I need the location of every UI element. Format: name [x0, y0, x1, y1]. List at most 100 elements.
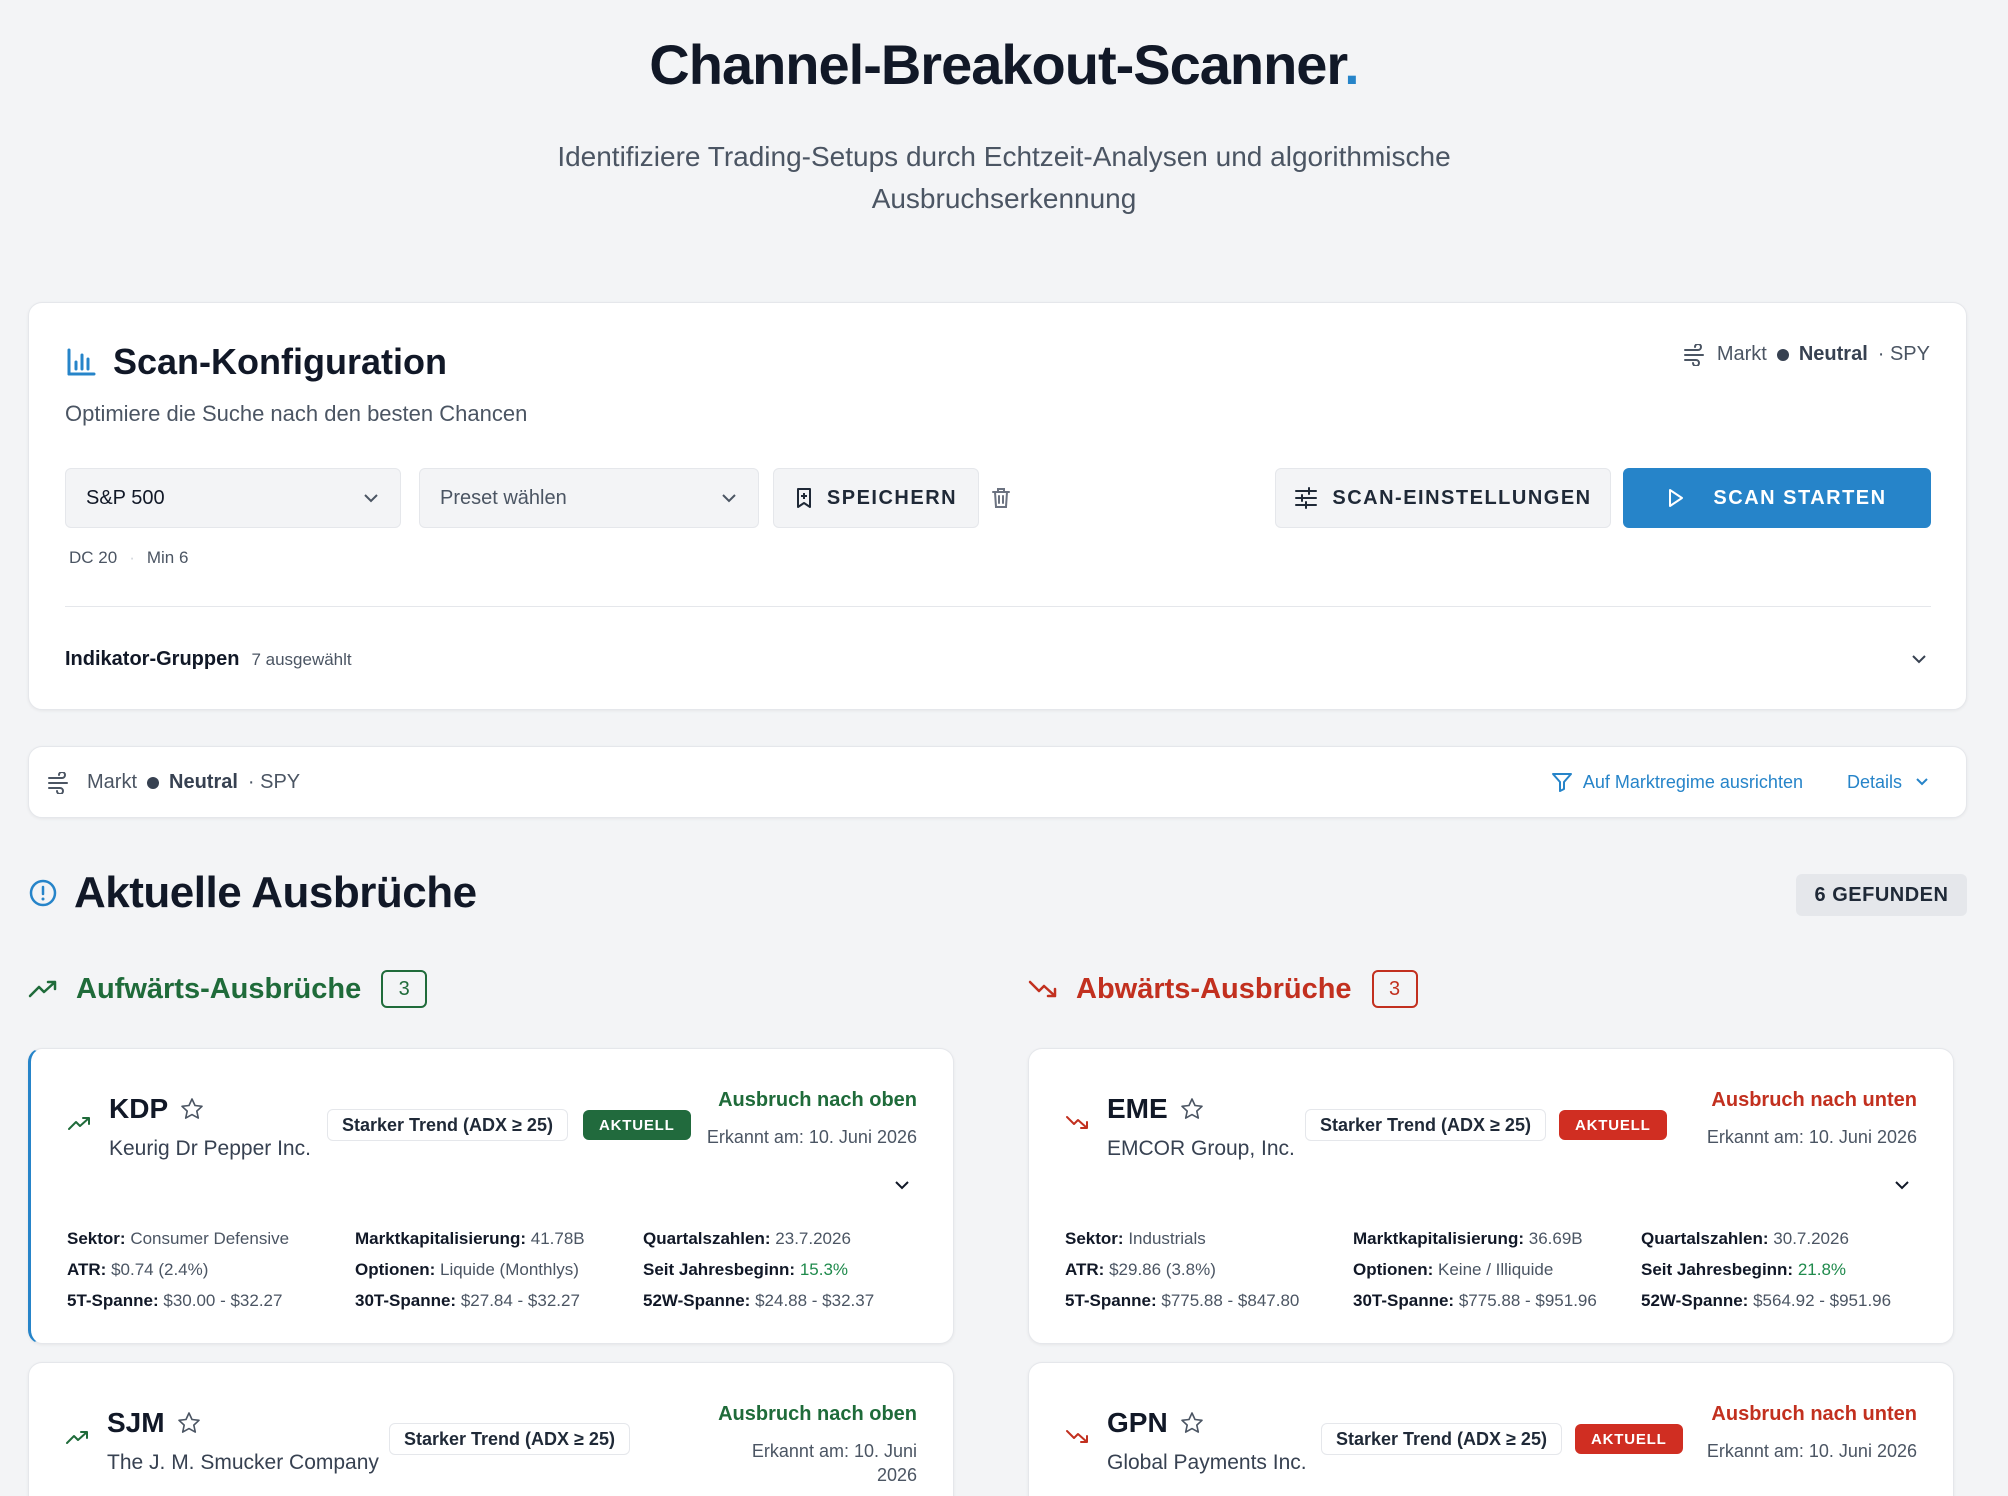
field-key: Optionen:	[355, 1260, 436, 1279]
market-status-dot	[147, 776, 159, 789]
page-title-text: Channel-Breakout-Scanner	[649, 33, 1345, 96]
trending-up-icon	[28, 980, 57, 998]
detected-date-line: 2026	[876, 1465, 917, 1485]
downward-breakouts-title: Abwärts-Ausbrüche	[1076, 972, 1352, 1005]
preset-select-placeholder: Preset wählen	[440, 486, 567, 509]
align-regime-link[interactable]: Auf Marktregime ausrichten	[1551, 771, 1803, 793]
upward-breakouts-title: Aufwärts-Ausbrüche	[76, 972, 362, 1005]
atr-field: ATR: $29.86 (3.8%)	[1065, 1260, 1353, 1280]
trend-badge: Starker Trend (ADX ≥ 25)	[1321, 1423, 1562, 1455]
wind-icon	[48, 771, 68, 794]
align-regime-label: Auf Marktregime ausrichten	[1582, 771, 1803, 792]
stock-card-sjm[interactable]: SJM The J. M. Smucker Company Starker Tr…	[28, 1362, 954, 1496]
star-icon[interactable]	[180, 1097, 204, 1121]
stock-card-gpn[interactable]: GPN Global Payments Inc. Starker Trend (…	[1028, 1362, 1954, 1496]
market-cap-field: Marktkapitalisierung: 41.78B	[355, 1229, 643, 1249]
star-icon[interactable]	[177, 1411, 201, 1435]
trend-badge: Starker Trend (ADX ≥ 25)	[327, 1109, 568, 1141]
field-key: Marktkapitalisierung:	[1353, 1229, 1524, 1248]
stock-ticker: SJM	[107, 1407, 201, 1439]
page-title: Channel-Breakout-Scanner.	[0, 32, 2008, 97]
stock-ticker: EME	[1107, 1093, 1204, 1125]
ticker-symbol: GPN	[1107, 1407, 1168, 1438]
min-indicators: Min 6	[146, 548, 189, 567]
field-value: 15.3%	[799, 1260, 849, 1279]
chevron-down-icon[interactable]	[1893, 1179, 1911, 1191]
delete-preset-button[interactable]	[981, 483, 1021, 513]
atr-field: ATR: $0.74 (2.4%)	[67, 1260, 355, 1280]
status-badge: AKTUELL	[1575, 1424, 1683, 1454]
range-52w-field: 52W-Spanne: $564.92 - $951.96	[1641, 1291, 1925, 1311]
status-badge: AKTUELL	[583, 1110, 691, 1140]
market-state: Neutral	[1798, 343, 1868, 365]
earnings-field: Quartalszahlen: 23.7.2026	[643, 1229, 927, 1249]
market-regime-summary: Markt Neutral · SPY	[47, 771, 300, 794]
range-5d-field: 5T-Spanne: $30.00 - $32.27	[67, 1291, 355, 1311]
detected-date: Erkannt am: 10. Juni 2026	[1706, 1127, 1917, 1147]
field-value: $775.88 - $951.96	[1458, 1291, 1597, 1310]
results-heading: Aktuelle Ausbrüche	[28, 868, 477, 918]
downward-breakouts-header: Abwärts-Ausbrüche 3	[1028, 970, 1418, 1008]
field-value: Industrials	[1128, 1229, 1206, 1248]
detected-date: Erkannt am: 10. Juni 2026	[1706, 1441, 1917, 1461]
chevron-down-icon	[722, 494, 736, 503]
preset-select[interactable]: Preset wählen	[419, 468, 759, 528]
sector-field: Sektor: Consumer Defensive	[67, 1229, 355, 1249]
field-value: $24.88 - $32.37	[755, 1291, 875, 1310]
ytd-field: Seit Jahresbeginn: 21.8%	[1641, 1260, 1925, 1280]
field-value: Keine / Illiquide	[1438, 1260, 1554, 1279]
scan-config-heading: Scan-Konfiguration	[65, 341, 447, 383]
field-value: Consumer Defensive	[130, 1229, 290, 1248]
star-icon[interactable]	[1180, 1411, 1204, 1435]
field-key: 5T-Spanne:	[67, 1291, 159, 1310]
stock-card-eme[interactable]: EME EMCOR Group, Inc. Starker Trend (ADX…	[1028, 1048, 1954, 1344]
company-name: EMCOR Group, Inc.	[1107, 1137, 1295, 1160]
scan-settings-button[interactable]: SCAN-EINSTELLUNGEN	[1275, 468, 1611, 528]
save-preset-label: SPEICHERN	[826, 486, 958, 509]
field-key: 52W-Spanne:	[643, 1291, 751, 1310]
field-key: 5T-Spanne:	[1065, 1291, 1157, 1310]
field-key: Sektor:	[67, 1229, 126, 1248]
breakout-direction: Ausbruch nach oben	[718, 1403, 917, 1425]
stock-details-grid: Sektor: Industrials Marktkapitalisierung…	[1065, 1229, 1925, 1311]
indicator-groups-toggle[interactable]: Indikator-Gruppen 7 ausgewählt	[65, 648, 352, 671]
save-preset-button[interactable]: SPEICHERN	[773, 468, 979, 528]
star-icon[interactable]	[1180, 1097, 1204, 1121]
market-regime-bar: Markt Neutral · SPY Auf Marktregime ausr…	[28, 746, 1967, 818]
downward-breakouts-count: 3	[1371, 970, 1418, 1008]
market-index: · SPY	[247, 771, 301, 793]
details-toggle[interactable]: Details	[1847, 772, 1930, 793]
upward-breakouts-count: 3	[381, 970, 428, 1008]
field-value: $0.74 (2.4%)	[111, 1260, 209, 1279]
options-field: Optionen: Keine / Illiquide	[1353, 1260, 1641, 1280]
universe-select[interactable]: S&P 500	[65, 468, 401, 528]
indicator-groups-count: 7 ausgewählt	[251, 650, 352, 669]
market-label: Markt	[1716, 343, 1767, 365]
universe-select-value: S&P 500	[86, 486, 165, 509]
trending-down-icon	[1028, 980, 1057, 998]
upward-breakouts-header: Aufwärts-Ausbrüche 3	[28, 970, 428, 1008]
trending-down-icon	[1066, 1116, 1088, 1129]
field-key: Seit Jahresbeginn:	[643, 1260, 796, 1279]
chevron-down-icon[interactable]	[893, 1179, 911, 1191]
field-key: 30T-Spanne:	[1353, 1291, 1455, 1310]
stock-card-kdp[interactable]: KDP Keurig Dr Pepper Inc. Starker Trend …	[28, 1048, 954, 1344]
trending-down-icon	[1066, 1430, 1088, 1443]
range-30d-field: 30T-Spanne: $775.88 - $951.96	[1353, 1291, 1641, 1311]
company-name: Global Payments Inc.	[1107, 1451, 1307, 1474]
breakout-direction: Ausbruch nach oben	[718, 1089, 917, 1111]
start-scan-button[interactable]: SCAN STARTEN	[1623, 468, 1931, 528]
trash-icon	[992, 488, 1010, 508]
stock-ticker: GPN	[1107, 1407, 1204, 1439]
trend-badge: Starker Trend (ADX ≥ 25)	[389, 1423, 630, 1455]
sector-field: Sektor: Industrials	[1065, 1229, 1353, 1249]
trending-up-icon	[66, 1431, 88, 1444]
chevron-down-icon[interactable]	[1910, 653, 1928, 665]
sliders-icon	[1295, 487, 1318, 509]
field-value: Liquide (Monthlys)	[440, 1260, 579, 1279]
ticker-symbol: EME	[1107, 1093, 1168, 1124]
stock-ticker: KDP	[109, 1093, 204, 1125]
ticker-symbol: KDP	[109, 1093, 169, 1124]
meta-separator: ·	[129, 548, 135, 567]
range-30d-field: 30T-Spanne: $27.84 - $32.27	[355, 1291, 643, 1311]
